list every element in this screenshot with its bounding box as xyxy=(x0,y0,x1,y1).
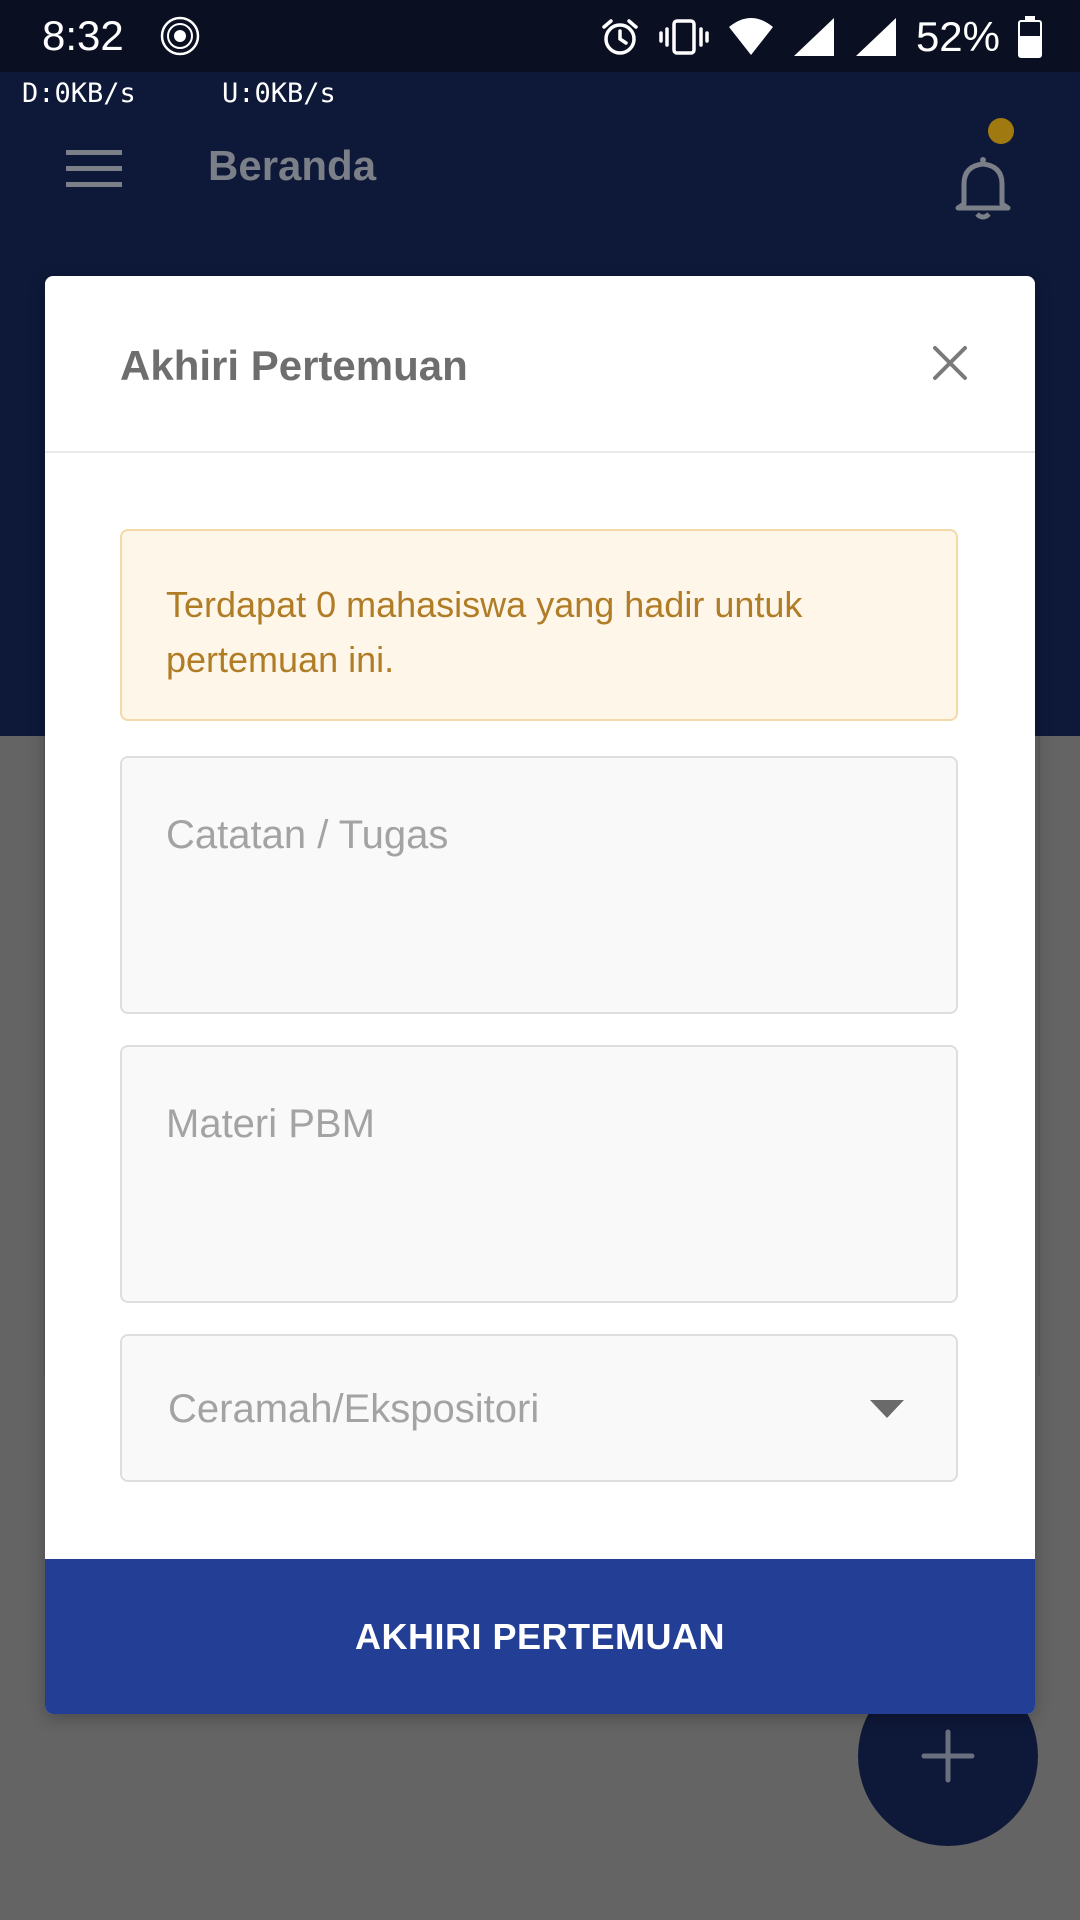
screen: 8:32 52% D:0KB/s U:0KB/s Beranda Akhiri … xyxy=(0,0,1080,1920)
status-time: 8:32 xyxy=(42,12,124,59)
method-select-value: Ceramah/Ekspositori xyxy=(168,1387,540,1431)
notification-dot xyxy=(988,118,1014,144)
alert-text: Terdapat 0 mahasiswa yang hadir untuk pe… xyxy=(166,584,803,680)
page-title: Beranda xyxy=(208,142,377,189)
app-seal-icon xyxy=(160,16,200,56)
upload-speed: U:0KB/s xyxy=(222,78,336,109)
bell-icon[interactable] xyxy=(950,152,1016,224)
status-icons: 52% xyxy=(600,12,1042,62)
chevron-down-icon xyxy=(870,1400,904,1418)
materi-placeholder: Materi PBM xyxy=(166,1102,375,1146)
battery-percent: 52% xyxy=(915,13,1000,60)
method-select[interactable]: Ceramah/Ekspositori xyxy=(120,1334,958,1482)
end-meeting-dialog: Akhiri Pertemuan Terdapat 0 mahasiswa ya… xyxy=(45,276,1035,1714)
dialog-title: Akhiri Pertemuan xyxy=(120,342,468,389)
end-meeting-button-label: AKHIRI PERTEMUAN xyxy=(354,1615,725,1657)
status-bar: 8:32 52% xyxy=(0,0,1080,72)
end-meeting-button[interactable]: AKHIRI PERTEMUAN xyxy=(45,1559,1035,1714)
download-speed: D:0KB/s xyxy=(22,78,136,109)
dialog-header: Akhiri Pertemuan xyxy=(45,276,1035,453)
attendance-alert: Terdapat 0 mahasiswa yang hadir untuk pe… xyxy=(120,529,958,721)
wifi-icon xyxy=(728,18,773,55)
battery-icon xyxy=(1018,16,1042,58)
materi-field[interactable]: Materi PBM xyxy=(120,1045,958,1303)
network-speed: D:0KB/s U:0KB/s xyxy=(0,72,1080,116)
notes-placeholder: Catatan / Tugas xyxy=(166,813,449,857)
hamburger-menu-icon[interactable] xyxy=(66,148,122,190)
vibrate-icon xyxy=(659,19,709,55)
signal-icon xyxy=(793,18,834,56)
close-icon[interactable] xyxy=(925,338,975,388)
plus-icon xyxy=(921,1729,975,1783)
signal-icon xyxy=(855,18,896,56)
notes-field[interactable]: Catatan / Tugas xyxy=(120,756,958,1014)
alarm-icon xyxy=(602,19,638,55)
